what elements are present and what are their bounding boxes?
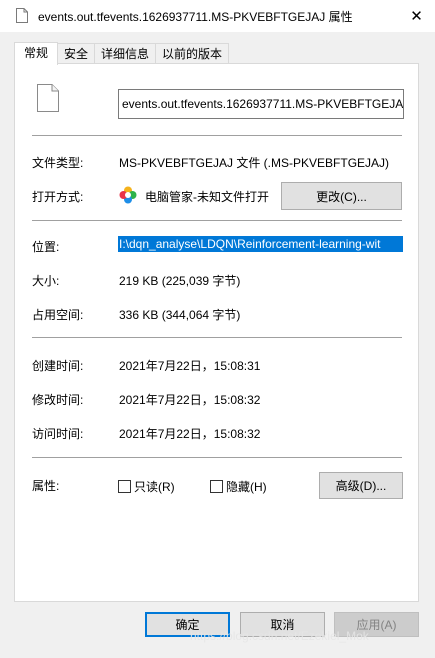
file-icon xyxy=(37,84,59,112)
divider xyxy=(32,457,402,458)
file-type-label: 文件类型: xyxy=(32,156,84,170)
tab-details[interactable]: 详细信息 xyxy=(94,43,157,64)
divider xyxy=(32,135,402,136)
readonly-checkbox[interactable]: 只读(R) xyxy=(118,478,175,495)
accessed-label: 访问时间: xyxy=(32,427,84,441)
tab-security[interactable]: 安全 xyxy=(57,43,96,64)
created-label: 创建时间: xyxy=(32,359,84,373)
window-title: events.out.tfevents.1626937711.MS-PKVEBF… xyxy=(38,10,353,24)
tab-general[interactable]: 常规 xyxy=(14,42,59,65)
disk-size-label: 占用空间: xyxy=(32,308,84,322)
modified-value: 2021年7月22日，15:08:32 xyxy=(119,393,261,407)
divider xyxy=(32,337,402,338)
close-icon: ✕ xyxy=(410,8,423,25)
general-panel: events.out.tfevents.1626937711.MS-PKVEBF… xyxy=(14,63,419,602)
close-button[interactable]: ✕ xyxy=(398,0,435,32)
location-label: 位置: xyxy=(32,240,60,254)
file-type-value: MS-PKVEBFTGEJAJ 文件 (.MS-PKVEBFTGEJAJ) xyxy=(119,156,390,170)
created-value: 2021年7月22日，15:08:31 xyxy=(119,359,261,373)
title-bar: events.out.tfevents.1626937711.MS-PKVEBF… xyxy=(0,0,435,32)
location-field[interactable]: I:\dqn_analyse\LDQN\Reinforcement-learni… xyxy=(118,236,403,252)
accessed-value: 2021年7月22日，15:08:32 xyxy=(119,427,261,441)
pc-manager-icon xyxy=(119,186,137,204)
readonly-label: 只读(R) xyxy=(134,480,175,494)
open-with-value: 电脑管家-未知文件打开 xyxy=(145,190,269,204)
divider xyxy=(32,220,402,221)
file-icon xyxy=(16,8,28,23)
size-label: 大小: xyxy=(32,274,60,288)
disk-size-value: 336 KB (344,064 字节) xyxy=(119,308,241,322)
change-button[interactable]: 更改(C)... xyxy=(281,182,402,210)
file-name-input[interactable]: events.out.tfevents.1626937711.MS-PKVEBF… xyxy=(118,89,404,119)
tab-bar: 常规 安全 详细信息 以前的版本 xyxy=(14,42,230,65)
hidden-checkbox[interactable]: 隐藏(H) xyxy=(210,478,267,495)
open-with-label: 打开方式: xyxy=(32,190,84,204)
advanced-button[interactable]: 高级(D)... xyxy=(319,472,403,499)
size-value: 219 KB (225,039 字节) xyxy=(119,274,241,288)
checkbox-box[interactable] xyxy=(118,480,131,493)
watermark: https://blog.csdn.net/Ezekiel_Mok xyxy=(190,629,369,643)
attributes-label: 属性: xyxy=(32,479,60,493)
hidden-label: 隐藏(H) xyxy=(226,480,267,494)
modified-label: 修改时间: xyxy=(32,393,84,407)
checkbox-box[interactable] xyxy=(210,480,223,493)
tab-previous-versions[interactable]: 以前的版本 xyxy=(155,43,230,64)
